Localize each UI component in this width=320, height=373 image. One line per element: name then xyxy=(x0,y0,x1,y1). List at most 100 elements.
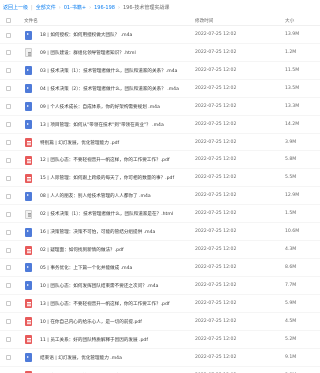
file-modified-time: 2022-07-25 12:02 xyxy=(195,49,237,55)
file-row[interactable]: 13 | 团队心态：不要轻视晋升一帆这样，你的工作要工作？.pdf 2022-07… xyxy=(0,295,320,313)
file-name[interactable]: 10 | 在你自己内心的给乐心人，是一切的前提.pdf xyxy=(40,319,142,325)
file-name[interactable]: 02 | 疑理面：如何找到新情的做法？.pdf xyxy=(40,247,124,253)
file-row[interactable]: 06 | 事务优化：上下篇一个化并能做成 .pdf2022-07-25 12:0… xyxy=(0,367,320,373)
row-checkbox[interactable] xyxy=(6,265,11,271)
file-row[interactable]: 04 | 技术决策（2）：技术管理者做什么，团队和道家的关系？ .m4a 2022… xyxy=(0,80,320,98)
audio-file-icon xyxy=(25,30,32,40)
file-modified-time: 2022-07-25 12:02 xyxy=(195,175,237,181)
pdf-file-icon xyxy=(25,317,32,327)
row-checkbox[interactable] xyxy=(6,104,11,110)
file-name[interactable]: 特别篇 | 幻灯发展，优化管理能力 .pdf xyxy=(40,140,119,146)
row-checkbox[interactable] xyxy=(6,355,11,361)
row-checkbox[interactable] xyxy=(6,140,11,146)
file-size: 11.5M xyxy=(285,67,300,73)
file-row[interactable]: 08 | 人人的朋友：别人给技术管理的人人都你了 .m4a 2022-07-25 … xyxy=(0,187,320,206)
breadcrumb-all-files[interactable]: 全部文件 xyxy=(36,4,56,11)
file-row[interactable]: 03 | 技术决策（1）：技术管理者做什么，团队和道家的关系？.m4a 2022-… xyxy=(0,62,320,80)
file-name[interactable]: 03 | 技术决策（1）：技术管理者做什么，团队和道家的关系？.m4a xyxy=(40,68,177,74)
file-modified-time: 2022-07-25 12:02 xyxy=(195,211,237,217)
file-name[interactable]: 02 | 技术决策（1）：技术管理者做什么，团队和道家是在？.html xyxy=(40,211,173,217)
file-row[interactable]: 11 | 员工关系：好的团队特质解释于因因的发展 .pdf 2022-07-25 … xyxy=(0,331,320,349)
file-size: 5.9M xyxy=(285,300,297,306)
row-checkbox[interactable] xyxy=(6,193,11,199)
html-file-icon xyxy=(25,48,32,58)
breadcrumb-separator: › xyxy=(58,4,61,11)
file-name[interactable]: 13 | 项目管理：如何从"带领在技术"到"带领在商业"？ .m4a xyxy=(40,122,164,128)
file-name[interactable]: 04 | 技术决策（2）：技术管理者做什么，团队和道家的关系？ .m4a xyxy=(40,86,179,92)
file-row[interactable]: 09 | 个人技术成长：自成体系，你的好架构需要规划 .m4a 2022-07-2… xyxy=(0,98,320,116)
breadcrumb-current: 196-技术管理实战课 xyxy=(122,5,170,11)
file-row[interactable]: 09 | 团队建设：群组化领导管理者知识？.html 2022-07-25 12:… xyxy=(0,44,320,62)
column-header-time[interactable]: 修改时间 xyxy=(195,18,213,24)
row-checkbox[interactable] xyxy=(6,283,11,289)
file-row[interactable]: 12 | 团队心态：不要轻视晋升一帆这样，你的工作要工作？.pdf 2022-07… xyxy=(0,151,320,170)
file-size: 14.2M xyxy=(285,121,300,127)
breadcrumb-separator: › xyxy=(117,4,120,11)
file-row[interactable]: 15 | 人际管理：如何跟上跨级的每天了，你可相的数量的事？.pdf 2022-0… xyxy=(0,169,320,188)
file-row[interactable]: 特别篇 | 幻灯发展，优化管理能力 .pdf 2022-07-25 12:02 3.… xyxy=(0,134,320,152)
row-checkbox[interactable] xyxy=(6,229,11,235)
file-size: 5.5M xyxy=(285,175,297,181)
file-row[interactable]: 10 | 在你自己内心的给乐心人，是一切的前提.pdf 2022-07-25 12… xyxy=(0,313,320,331)
file-size: 8.6M xyxy=(285,264,297,270)
file-row[interactable]: 02 | 技术决策（1）：技术管理者做什么，团队和道家是在？.html 2022-… xyxy=(0,205,320,224)
row-checkbox[interactable] xyxy=(6,247,11,253)
pdf-file-icon xyxy=(25,155,32,165)
file-row[interactable]: 13 | 项目管理：如何从"带领在技术"到"带领在商业"？ .m4a 2022-0… xyxy=(0,116,320,134)
file-name[interactable]: 09 | 个人技术成长：自成体系，你的好架构需要规划 .m4a xyxy=(40,104,160,110)
row-checkbox[interactable] xyxy=(6,122,11,128)
row-checkbox[interactable] xyxy=(6,319,11,325)
file-modified-time: 2022-07-25 12:02 xyxy=(195,103,237,109)
pdf-file-icon xyxy=(25,335,32,345)
pdf-file-icon xyxy=(25,245,32,255)
file-name[interactable]: 18 | 如何授权：如何用授权做大团队？ .m4a xyxy=(40,32,132,38)
file-row[interactable]: 18 | 如何授权：如何用授权做大团队？ .m4a 2022-07-25 12:0… xyxy=(0,26,320,44)
row-checkbox[interactable] xyxy=(6,301,11,307)
row-checkbox[interactable] xyxy=(6,86,11,92)
file-size: 1.5M xyxy=(285,211,297,217)
file-row[interactable]: 05 | 事务优化：上下篇一个化并能做成 .m4a 2022-07-25 12:0… xyxy=(0,259,320,277)
file-modified-time: 2022-07-25 12:02 xyxy=(195,193,237,199)
row-checkbox[interactable] xyxy=(6,68,11,74)
file-name[interactable]: 结束语 | 幻灯发展，优化管理能力 .m4a xyxy=(40,355,122,361)
file-name[interactable]: 09 | 团队建设：群组化领导管理者知识？.html xyxy=(40,50,136,56)
file-modified-time: 2022-07-25 12:02 xyxy=(195,85,237,91)
audio-file-icon xyxy=(25,66,32,76)
file-size: 4.5M xyxy=(285,318,297,324)
file-name[interactable]: 16 | 决策管理：决策不可怕，可能的管结分组提供 .m4a xyxy=(40,229,155,235)
select-all-checkbox[interactable] xyxy=(6,18,11,23)
column-header-name[interactable]: 文件名 xyxy=(24,18,38,24)
file-name[interactable]: 13 | 团队心态：不要轻视晋升一帆这样，你的工作要工作？.pdf xyxy=(40,301,169,307)
file-name[interactable]: 15 | 人际管理：如何跟上跨级的每天了，你可相的数量的事？.pdf xyxy=(40,175,174,181)
file-name[interactable]: 08 | 人人的朋友：别人给技术管理的人人都你了 .m4a xyxy=(40,193,151,199)
breadcrumb-separator: | xyxy=(31,4,33,11)
row-checkbox[interactable] xyxy=(6,32,11,38)
file-size: 12.9M xyxy=(285,193,300,199)
breadcrumb-level-3[interactable]: 196-198 xyxy=(94,5,115,11)
file-name[interactable]: 05 | 事务优化：上下篇一个化并能做成 .m4a xyxy=(40,265,132,271)
column-header-size[interactable]: 大小 xyxy=(285,18,294,24)
audio-file-icon xyxy=(25,84,32,94)
row-checkbox[interactable] xyxy=(6,50,11,56)
file-modified-time: 2022-07-25 12:02 xyxy=(195,336,237,342)
file-modified-time: 2022-07-25 12:02 xyxy=(195,67,237,73)
row-checkbox[interactable] xyxy=(6,157,11,163)
html-file-icon xyxy=(25,209,32,219)
row-checkbox[interactable] xyxy=(6,175,11,181)
file-row[interactable]: 结束语 | 幻灯发展，优化管理能力 .m4a 2022-07-25 12:02 9.… xyxy=(0,349,320,367)
pdf-file-icon xyxy=(25,173,32,183)
breadcrumb-separator: › xyxy=(89,4,92,11)
pdf-file-icon xyxy=(25,138,32,148)
file-row[interactable]: 10 | 团队心态：如何发挥团队结束需不要还之次问？.m4a 2022-07-25… xyxy=(0,277,320,295)
breadcrumb-level-2[interactable]: 01-书籍+ xyxy=(64,4,86,11)
file-name[interactable]: 12 | 团队心态：不要轻视晋升一帆这样，你的工作要工作？.pdf xyxy=(40,157,169,163)
file-row[interactable]: 16 | 决策管理：决策不可怕，可能的管结分组提供 .m4a 2022-07-25… xyxy=(0,223,320,242)
row-checkbox[interactable] xyxy=(6,337,11,343)
row-checkbox[interactable] xyxy=(6,211,11,217)
file-modified-time: 2022-07-25 12:02 xyxy=(195,229,237,235)
file-modified-time: 2022-07-25 12:02 xyxy=(195,318,237,324)
file-row[interactable]: 02 | 疑理面：如何找到新情的做法？.pdf 2022-07-25 12:02 4… xyxy=(0,241,320,259)
file-name[interactable]: 11 | 员工关系：好的团队特质解释于因因的发展 .pdf xyxy=(40,337,148,343)
back-link[interactable]: 返回上一级 xyxy=(3,4,28,11)
file-name[interactable]: 10 | 团队心态：如何发挥团队结束需不要还之次问？.m4a xyxy=(40,283,158,289)
